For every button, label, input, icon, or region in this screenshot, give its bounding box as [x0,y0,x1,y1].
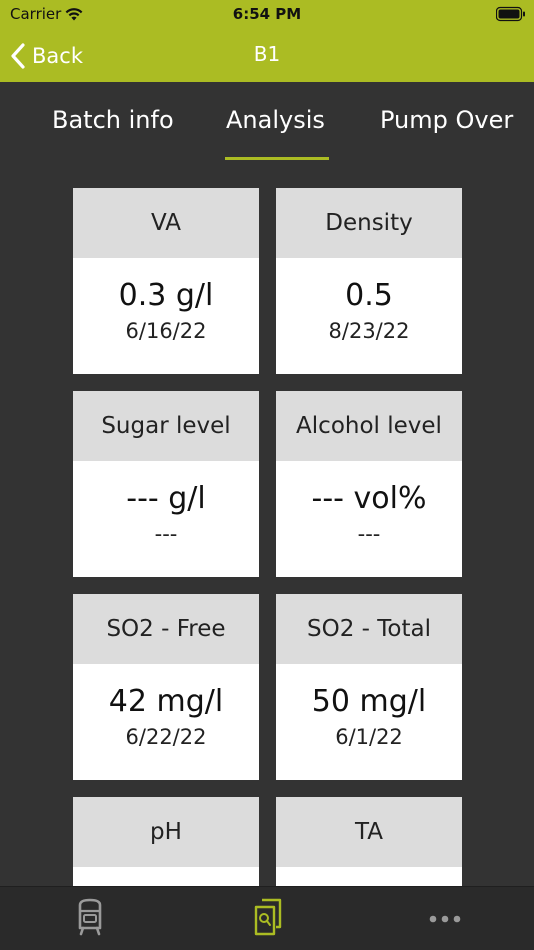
card-date: 8/23/22 [328,319,410,343]
navigation-bar: Back B1 [0,30,534,82]
bottom-tab-bar [0,886,534,950]
card-title: SO2 - Free [73,594,259,664]
card-va[interactable]: VA 0.3 g/l 6/16/22 [73,188,259,374]
more-icon [429,915,461,923]
card-title: Alcohol level [276,391,462,461]
tabbar-item-more[interactable] [428,909,462,928]
card-value: 42 mg/l [108,684,224,719]
card-value: 50 mg/l [311,684,427,719]
card-title: SO2 - Total [276,594,462,664]
card-title: TA [276,797,462,867]
tank-icon [78,898,102,936]
page-title: B1 [253,42,281,66]
card-title: VA [73,188,259,258]
card-value: 0.3 g/l [118,278,214,313]
card-title: pH [73,797,259,867]
status-bar: Carrier 6:54 PM [0,0,534,30]
selected-tab-indicator [225,157,329,160]
card-so2-free[interactable]: SO2 - Free 42 mg/l 6/22/22 [73,594,259,780]
card-date: --- [357,522,381,546]
status-time: 6:54 PM [232,5,302,23]
tabbar-item-analysis[interactable] [250,897,284,941]
battery-icon [496,6,525,22]
card-title: Sugar level [73,391,259,461]
card-alcohol-level[interactable]: Alcohol level --- vol% --- [276,391,462,577]
card-value: --- g/l [126,481,206,516]
tab-batch-info[interactable]: Batch info [52,106,174,134]
card-value: --- vol% [311,481,427,516]
tab-analysis[interactable]: Analysis [226,106,325,134]
card-date: --- [154,522,178,546]
card-so2-total[interactable]: SO2 - Total 50 mg/l 6/1/22 [276,594,462,780]
segment-tabs: Batch info Analysis Pump Over [0,82,534,164]
card-date: 6/1/22 [335,725,403,749]
card-sugar-level[interactable]: Sugar level --- g/l --- [73,391,259,577]
analysis-documents-icon [254,898,282,936]
tab-pump-over[interactable]: Pump Over [380,106,513,134]
card-date: 6/16/22 [125,319,207,343]
tabbar-item-tanks[interactable] [75,897,105,941]
card-value: 0.5 [345,278,393,313]
card-date: 6/22/22 [125,725,207,749]
card-density[interactable]: Density 0.5 8/23/22 [276,188,462,374]
card-title: Density [276,188,462,258]
